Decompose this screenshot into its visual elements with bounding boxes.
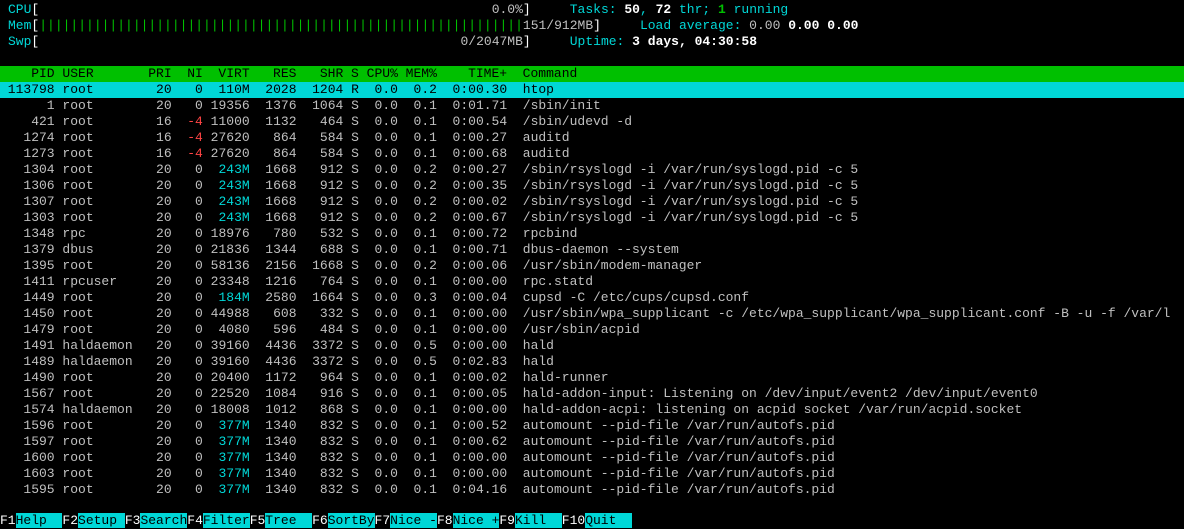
uptime-value: 3 days, 04:30:58 (632, 34, 757, 49)
load-3: 0.00 (827, 18, 858, 33)
table-row[interactable]: 1450 root 20 0 44988 608 332 S 0.0 0.1 0… (0, 306, 1184, 322)
table-row[interactable]: 1307 root 20 0 243M 1668 912 S 0.0 0.2 0… (0, 194, 1184, 210)
flabel-search[interactable]: Search (140, 513, 187, 528)
function-key-bar[interactable]: F1Help F2Setup F3SearchF4FilterF5Tree F6… (0, 513, 1184, 529)
swp-label: Swp (8, 34, 31, 49)
table-row[interactable]: 1395 root 20 0 58136 2156 1668 S 0.0 0.2… (0, 258, 1184, 274)
table-row[interactable]: 1574 haldaemon 20 0 18008 1012 868 S 0.0… (0, 402, 1184, 418)
flabel-filter[interactable]: Filter (203, 513, 250, 528)
running-count: 1 (718, 2, 726, 17)
load-1: 0.00 (749, 18, 780, 33)
table-row[interactable]: 1597 root 20 0 377M 1340 832 S 0.0 0.1 0… (0, 434, 1184, 450)
fkey-f9[interactable]: F9 (499, 513, 515, 528)
fkey-f5[interactable]: F5 (250, 513, 266, 528)
cpu-label: CPU (8, 2, 31, 17)
table-row[interactable]: 1489 haldaemon 20 0 39160 4436 3372 S 0.… (0, 354, 1184, 370)
fkey-f4[interactable]: F4 (187, 513, 203, 528)
tasks-label: Tasks: (570, 2, 625, 17)
load-label: Load average: (640, 18, 749, 33)
table-row[interactable]: 1304 root 20 0 243M 1668 912 S 0.0 0.2 0… (0, 162, 1184, 178)
flabel-quit[interactable]: Quit (585, 513, 632, 528)
fkey-f7[interactable]: F7 (375, 513, 391, 528)
tasks-count: 50 (624, 2, 640, 17)
fkey-f10[interactable]: F10 (562, 513, 585, 528)
table-row[interactable]: 1595 root 20 0 377M 1340 832 S 0.0 0.1 0… (0, 482, 1184, 498)
flabel-nice +[interactable]: Nice + (453, 513, 500, 528)
swp-meter: Swp[ 0/2047MB] Uptime: 3 days, 04:30:58 (8, 34, 1184, 50)
mem-label: Mem (8, 18, 31, 33)
fkey-f1[interactable]: F1 (0, 513, 16, 528)
table-row[interactable]: 113798 root 20 0 110M 2028 1204 R 0.0 0.… (0, 82, 1184, 98)
table-row[interactable]: 1306 root 20 0 243M 1668 912 S 0.0 0.2 0… (0, 178, 1184, 194)
mem-meter: Mem[||||||||||||||||||||||||||||||||||||… (8, 18, 1184, 34)
flabel-sortby[interactable]: SortBy (328, 513, 375, 528)
cpu-value: 0.0% (492, 2, 523, 17)
flabel-nice -[interactable]: Nice - (390, 513, 437, 528)
flabel-kill[interactable]: Kill (515, 513, 562, 528)
process-header[interactable]: PID USER PRI NI VIRT RES SHR S CPU% MEM%… (0, 66, 1184, 82)
table-row[interactable]: 1479 root 20 0 4080 596 484 S 0.0 0.1 0:… (0, 322, 1184, 338)
process-list[interactable]: 113798 root 20 0 110M 2028 1204 R 0.0 0.… (0, 82, 1184, 498)
fkey-f8[interactable]: F8 (437, 513, 453, 528)
table-row[interactable]: 1411 rpcuser 20 0 23348 1216 764 S 0.0 0… (0, 274, 1184, 290)
threads-count: 72 (656, 2, 672, 17)
uptime-label: Uptime: (570, 34, 632, 49)
table-row[interactable]: 421 root 16 -4 11000 1132 464 S 0.0 0.1 … (0, 114, 1184, 130)
mem-value: 151/912MB (523, 18, 593, 33)
table-row[interactable]: 1303 root 20 0 243M 1668 912 S 0.0 0.2 0… (0, 210, 1184, 226)
table-row[interactable]: 1274 root 16 -4 27620 864 584 S 0.0 0.1 … (0, 130, 1184, 146)
table-row[interactable]: 1273 root 16 -4 27620 864 584 S 0.0 0.1 … (0, 146, 1184, 162)
fkey-f3[interactable]: F3 (125, 513, 141, 528)
table-row[interactable]: 1 root 20 0 19356 1376 1064 S 0.0 0.1 0:… (0, 98, 1184, 114)
table-row[interactable]: 1603 root 20 0 377M 1340 832 S 0.0 0.1 0… (0, 466, 1184, 482)
table-row[interactable]: 1490 root 20 0 20400 1172 964 S 0.0 0.1 … (0, 370, 1184, 386)
load-2: 0.00 (788, 18, 819, 33)
flabel-tree[interactable]: Tree (265, 513, 312, 528)
meters-area: CPU[ 0.0%] Tasks: 50, 72 thr; 1 running … (0, 0, 1184, 50)
table-row[interactable]: 1491 haldaemon 20 0 39160 4436 3372 S 0.… (0, 338, 1184, 354)
table-row[interactable]: 1348 rpc 20 0 18976 780 532 S 0.0 0.1 0:… (0, 226, 1184, 242)
table-row[interactable]: 1567 root 20 0 22520 1084 916 S 0.0 0.1 … (0, 386, 1184, 402)
table-row[interactable]: 1449 root 20 0 184M 2580 1664 S 0.0 0.3 … (0, 290, 1184, 306)
flabel-setup[interactable]: Setup (78, 513, 125, 528)
flabel-help[interactable]: Help (16, 513, 63, 528)
table-row[interactable]: 1600 root 20 0 377M 1340 832 S 0.0 0.1 0… (0, 450, 1184, 466)
table-row[interactable]: 1596 root 20 0 377M 1340 832 S 0.0 0.1 0… (0, 418, 1184, 434)
fkey-f2[interactable]: F2 (62, 513, 78, 528)
cpu-meter: CPU[ 0.0%] Tasks: 50, 72 thr; 1 running (8, 2, 1184, 18)
table-row[interactable]: 1379 dbus 20 0 21836 1344 688 S 0.0 0.1 … (0, 242, 1184, 258)
fkey-f6[interactable]: F6 (312, 513, 328, 528)
swp-value: 0/2047MB (461, 34, 523, 49)
